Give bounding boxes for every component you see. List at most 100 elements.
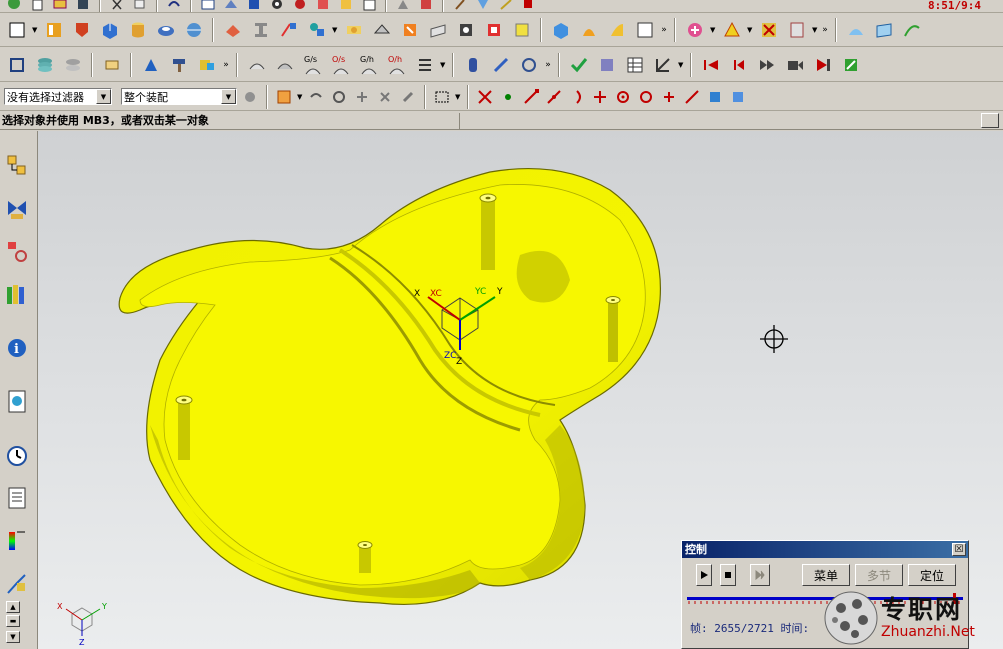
record-icon[interactable] [782,52,807,77]
surface-analysis-icon[interactable] [244,52,269,77]
open-folder-icon[interactable] [50,0,70,12]
pad-icon[interactable] [425,18,450,43]
filter-settings-icon[interactable] [240,87,260,107]
spring-icon[interactable] [488,52,513,77]
tool-icon[interactable] [450,0,470,12]
display-icon[interactable] [244,0,264,12]
boss-icon[interactable] [369,18,394,43]
material-icon[interactable] [313,0,333,12]
system-materials-icon[interactable] [3,483,31,513]
play-forward-icon[interactable] [754,52,779,77]
scroll-down-icon[interactable]: ▼ [6,631,20,643]
undo-select-icon[interactable] [306,87,326,107]
snap-control-icon[interactable] [567,87,587,107]
book-icon[interactable] [41,18,66,43]
snap-on-face-icon[interactable] [705,87,725,107]
save-icon[interactable] [73,0,93,12]
more-tools-icon[interactable]: » [660,25,668,35]
play-back-icon[interactable] [726,52,751,77]
rectangle-select-dropdown-icon[interactable]: ▼ [455,93,461,101]
surface-icon[interactable] [843,18,868,43]
stop-button[interactable] [720,564,736,586]
snap-on-curve-icon[interactable] [682,87,702,107]
layer-icon[interactable] [32,52,57,77]
revolve-icon[interactable] [304,18,329,43]
status-options-icon[interactable] [981,113,999,128]
play-button[interactable] [696,564,712,586]
play-first-icon[interactable] [698,52,723,77]
warning-dropdown-icon[interactable]: ▼ [747,26,753,34]
axis-tool-dropdown-icon[interactable]: ▼ [678,61,684,69]
snap-end-icon[interactable] [521,87,541,107]
check-icon[interactable] [566,52,591,77]
database-icon[interactable] [460,52,485,77]
sheet-icon[interactable] [604,18,629,43]
web-browser-icon[interactable] [3,387,31,417]
light-icon[interactable] [290,0,310,12]
rectangle-select-icon[interactable] [432,87,452,107]
locate-button[interactable]: 定位 [908,564,956,586]
box-icon[interactable] [548,18,573,43]
paste-icon[interactable] [784,18,809,43]
edit-icon[interactable] [496,0,516,12]
reuse-library-icon[interactable] [3,280,31,310]
scroll-mid-icon[interactable]: ▬ [6,615,20,627]
revolve-dropdown-icon[interactable]: ▼ [332,26,338,34]
rectangle-dropdown-icon[interactable]: ▼ [32,26,38,34]
shape-icon[interactable] [393,0,413,12]
oh-icon[interactable]: O/h [384,52,409,77]
tag-icon[interactable] [99,52,124,77]
wcs-icon[interactable] [4,52,29,77]
reset-view-icon[interactable] [329,87,349,107]
more-analysis-icon[interactable]: » [544,60,552,70]
mesh-icon[interactable] [871,18,896,43]
snap-quadrant-icon[interactable] [636,87,656,107]
cone-icon[interactable] [153,18,178,43]
component-icon[interactable] [194,52,219,77]
grid-table-icon[interactable] [622,52,647,77]
i-beam-icon[interactable] [248,18,273,43]
snap-box-icon[interactable] [728,87,748,107]
assembly-scope-select[interactable]: 整个装配 ▼ [121,88,237,105]
extrude-icon[interactable] [276,18,301,43]
part-navigator-icon[interactable] [3,237,31,267]
draft-analysis-icon[interactable] [272,52,297,77]
chevron-down-icon[interactable]: ▼ [221,89,236,104]
gh-icon[interactable]: G/h [356,52,381,77]
new-file-icon[interactable] [27,0,47,12]
selection-filter-select[interactable]: 没有选择过滤器 ▼ [4,88,112,105]
visualization-icon[interactable] [3,526,31,556]
array-icon[interactable] [220,18,245,43]
dialog-titlebar[interactable]: 控制 ☒ [682,541,968,558]
axis-tool-icon[interactable] [650,52,675,77]
exit-icon[interactable] [810,52,835,77]
assembly-icon[interactable] [416,0,436,12]
menu-button[interactable]: 菜单 [802,564,850,586]
snap-points-icon[interactable] [475,87,495,107]
list-icon[interactable] [412,52,437,77]
navigator-icon[interactable] [594,52,619,77]
marker-icon[interactable] [473,0,493,12]
window-icon[interactable] [198,0,218,12]
rectangle-icon[interactable] [4,18,29,43]
paste-dropdown-icon[interactable]: ▼ [812,26,818,34]
page-icon[interactable] [359,0,379,12]
close-button[interactable]: ☒ [952,543,966,556]
history-icon[interactable] [3,441,31,471]
warning-icon[interactable] [719,18,744,43]
snap-intersect-icon[interactable] [590,87,610,107]
coil-icon[interactable] [516,52,541,77]
settings-icon[interactable] [838,52,863,77]
os-icon[interactable]: O/s [328,52,353,77]
snap-mid-icon[interactable] [544,87,564,107]
select-feature-dropdown-icon[interactable]: ▼ [710,26,716,34]
blank-icon[interactable] [632,18,657,43]
curve-icon[interactable] [899,18,924,43]
cylinder-icon[interactable] [125,18,150,43]
model-boss[interactable] [479,193,497,270]
block-icon[interactable] [97,18,122,43]
pocket-icon[interactable] [397,18,422,43]
groove-icon[interactable] [481,18,506,43]
slot-icon[interactable] [453,18,478,43]
roles-icon[interactable] [3,569,31,599]
